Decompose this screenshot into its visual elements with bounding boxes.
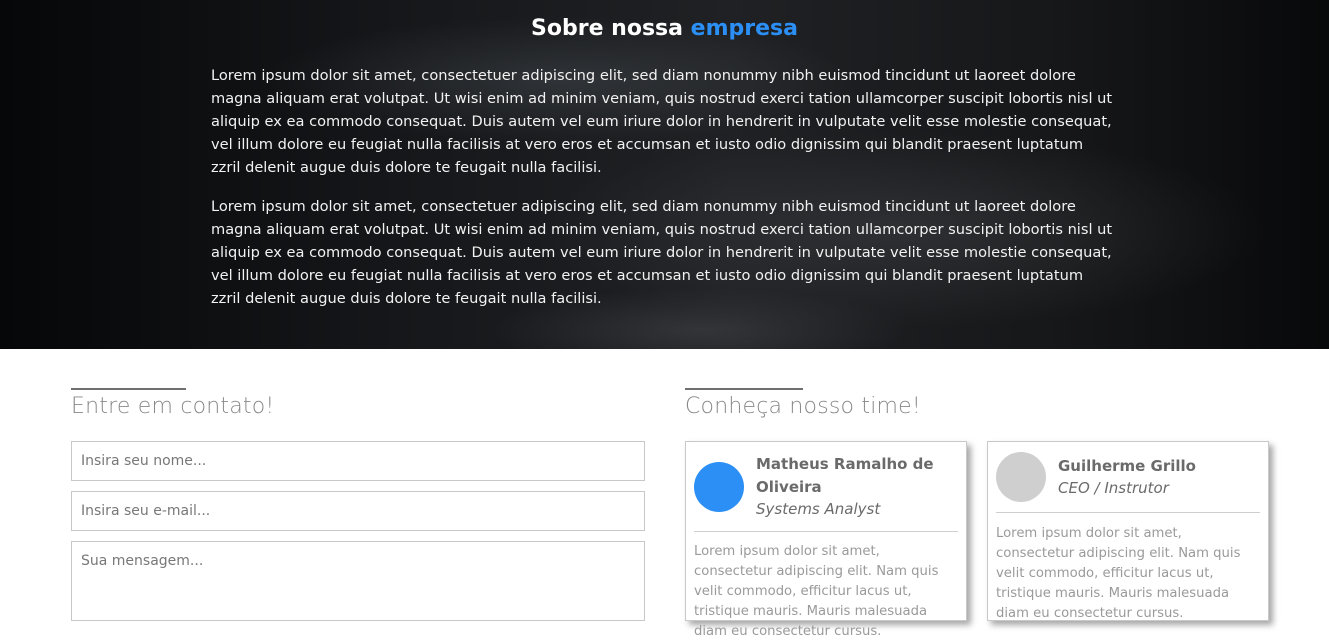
about-paragraph-2: Lorem ipsum dolor sit amet, consectetuer… bbox=[211, 198, 1113, 307]
name-input[interactable] bbox=[71, 441, 645, 481]
avatar bbox=[694, 462, 744, 512]
about-title: Sobre nossa empresa bbox=[0, 16, 1329, 41]
about-title-prefix: Sobre nossa bbox=[531, 16, 683, 41]
avatar bbox=[996, 452, 1046, 502]
member-bio: Lorem ipsum dolor sit amet, consectetur … bbox=[996, 526, 1241, 621]
message-textarea[interactable] bbox=[71, 541, 645, 621]
about-section: Sobre nossa empresa Lorem ipsum dolor si… bbox=[0, 0, 1329, 349]
member-role: CEO / Instrutor bbox=[1058, 479, 1169, 497]
about-title-accent: empresa bbox=[690, 16, 798, 41]
team-title: Conheça nosso time! bbox=[685, 394, 921, 419]
member-name: Guilherme Grillo bbox=[1058, 457, 1196, 475]
team-title-rule bbox=[685, 388, 803, 390]
about-paragraph-1: Lorem ipsum dolor sit amet, consectetuer… bbox=[211, 67, 1113, 176]
member-role: Systems Analyst bbox=[756, 500, 881, 518]
card-divider bbox=[694, 531, 958, 532]
team-member-card: Guilherme Grillo CEO / Instrutor Lorem i… bbox=[987, 441, 1269, 621]
contact-title-rule bbox=[71, 388, 186, 390]
member-name: Matheus Ramalho de Oliveira bbox=[756, 455, 934, 496]
contact-title: Entre em contato! bbox=[71, 394, 275, 419]
member-bio: Lorem ipsum dolor sit amet, consectetur … bbox=[694, 544, 939, 639]
team-member-card: Matheus Ramalho de Oliveira Systems Anal… bbox=[685, 441, 967, 639]
card-divider bbox=[996, 512, 1260, 513]
email-input[interactable] bbox=[71, 491, 645, 531]
